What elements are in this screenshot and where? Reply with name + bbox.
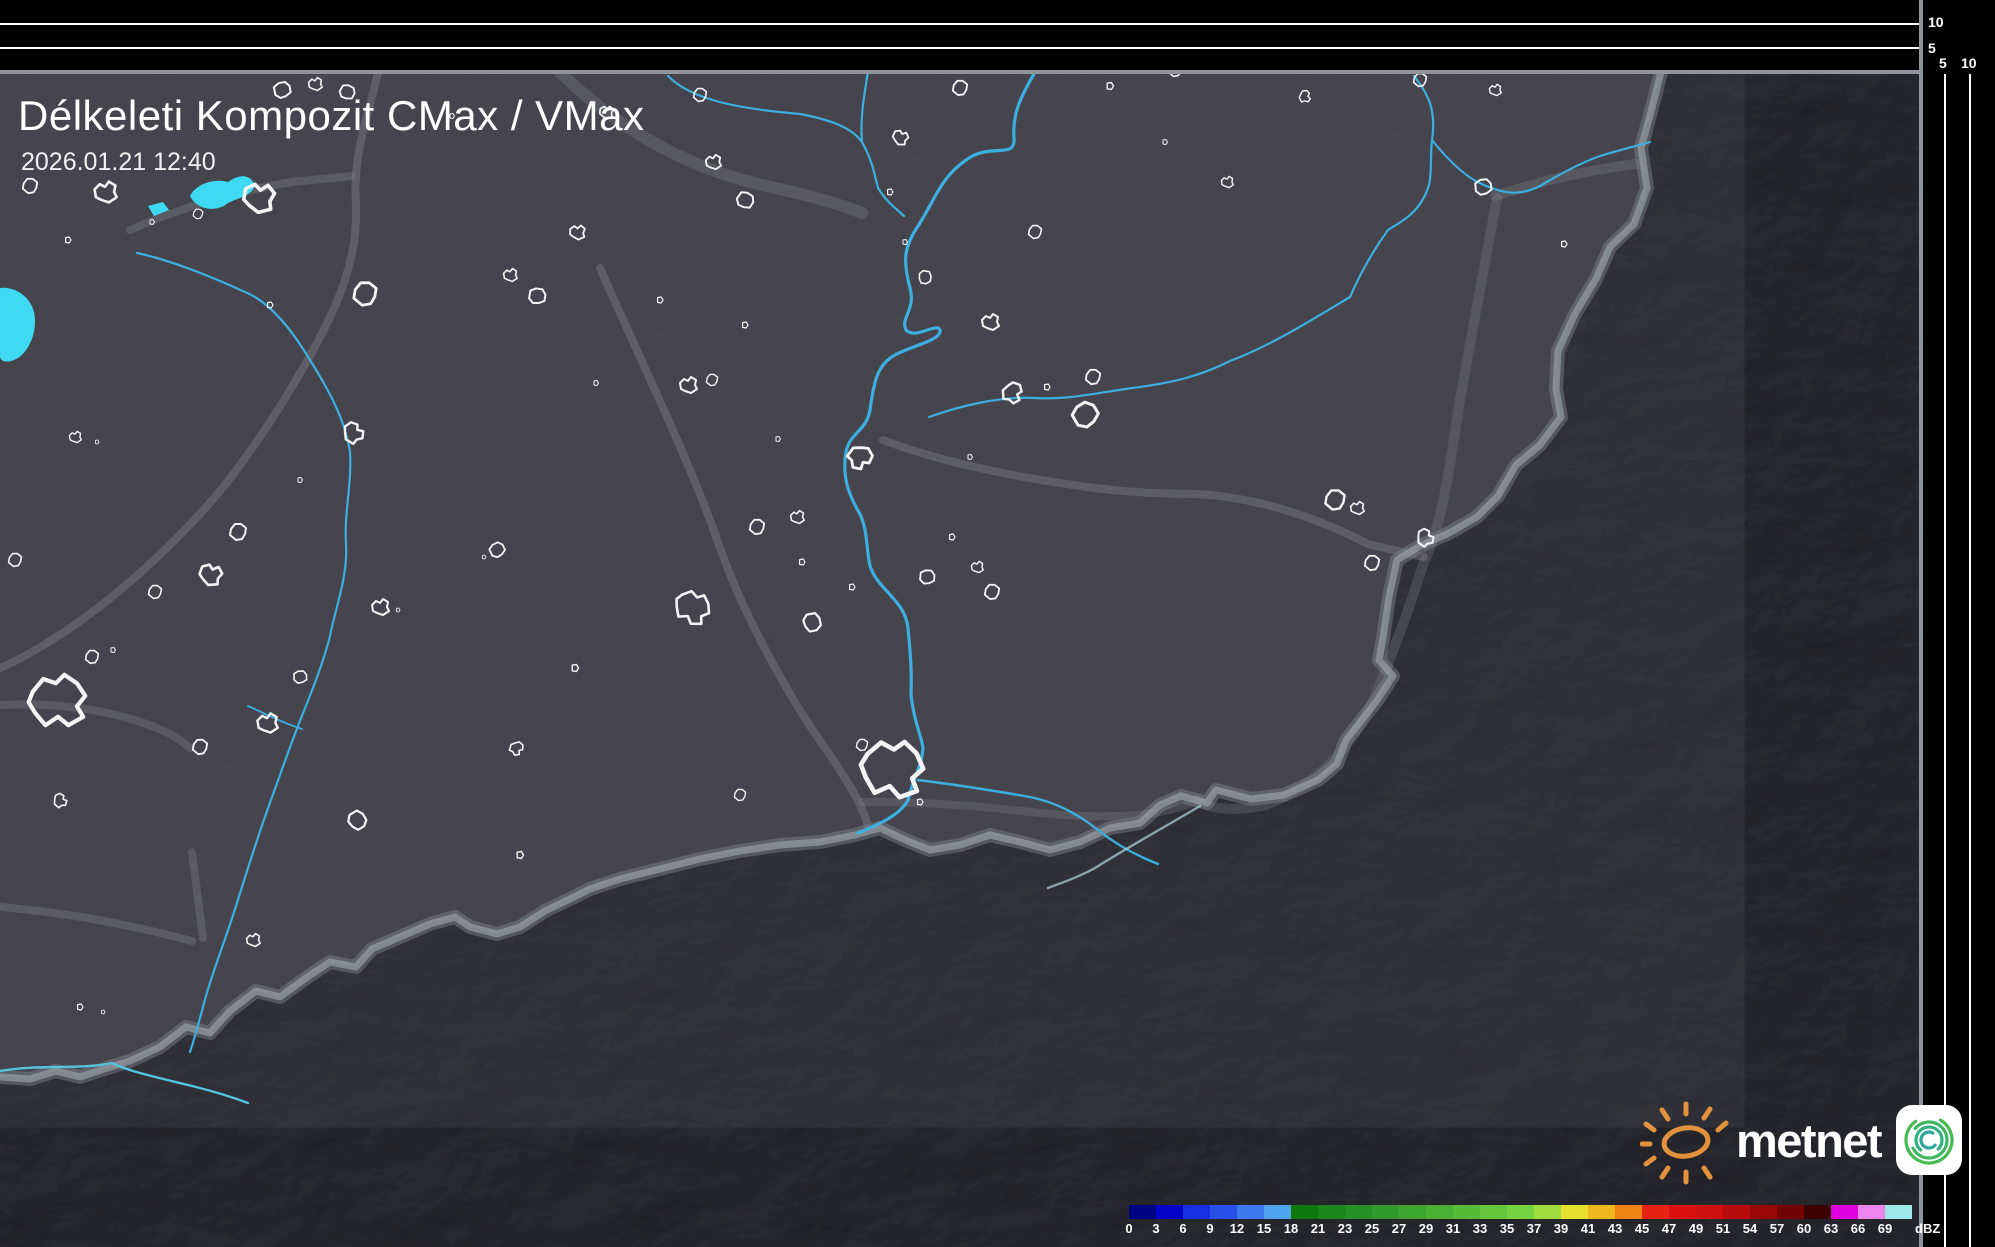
scale-segment — [1345, 1205, 1372, 1219]
scale-segment — [1156, 1205, 1183, 1219]
side-ruler-label-10: 10 — [1961, 56, 1977, 70]
metnet-logo: metnet — [1640, 1092, 1940, 1188]
scale-tick-label: 49 — [1689, 1221, 1703, 1236]
scale-tick-label: 0 — [1125, 1221, 1132, 1236]
scale-tick-label: 51 — [1716, 1221, 1730, 1236]
scale-unit-label: dBZ — [1915, 1221, 1940, 1236]
scale-tick-label: 41 — [1581, 1221, 1595, 1236]
scale-tick-label: 31 — [1446, 1221, 1460, 1236]
side-panel-gridline-5 — [1944, 74, 1946, 1247]
map-top-frame-bar — [0, 70, 1923, 74]
scale-tick-label: 18 — [1284, 1221, 1298, 1236]
radar-composite-view: Délkeleti Kompozit CMax / VMax 2026.01.2… — [0, 0, 1995, 1247]
top-panel-gridline-5 — [0, 47, 1919, 49]
scale-tick-label: 63 — [1824, 1221, 1838, 1236]
scale-segment — [1696, 1205, 1723, 1219]
scale-tick-label: 47 — [1662, 1221, 1676, 1236]
scale-tick-label: 23 — [1338, 1221, 1352, 1236]
spiral-icon — [1895, 1103, 1963, 1177]
side-ruler-label-5: 5 — [1939, 56, 1947, 70]
scale-segment — [1723, 1205, 1750, 1219]
scale-segment — [1642, 1205, 1669, 1219]
scale-segment — [1615, 1205, 1642, 1219]
scale-segment — [1480, 1205, 1507, 1219]
scale-tick-label: 21 — [1311, 1221, 1325, 1236]
scale-tick-label: 54 — [1743, 1221, 1757, 1236]
scale-segment — [1507, 1205, 1534, 1219]
dbz-scale-labels: 0369121518212325272931333537394143454749… — [1129, 1219, 1959, 1237]
side-panel-gridline-10 — [1969, 74, 1971, 1247]
sun-icon — [1640, 1092, 1732, 1188]
scale-segment — [1453, 1205, 1480, 1219]
scale-tick-label: 12 — [1230, 1221, 1244, 1236]
scale-tick-label: 3 — [1152, 1221, 1159, 1236]
top-cross-section-panel — [0, 0, 1995, 71]
scale-segment — [1534, 1205, 1561, 1219]
scale-tick-label: 6 — [1179, 1221, 1186, 1236]
logo-text: metnet — [1736, 1113, 1881, 1168]
scale-segment — [1588, 1205, 1615, 1219]
scale-tick-label: 60 — [1797, 1221, 1811, 1236]
map-right-frame-bar — [1919, 0, 1923, 1247]
scale-segment — [1804, 1205, 1831, 1219]
scale-tick-label: 9 — [1206, 1221, 1213, 1236]
scale-tick-label: 33 — [1473, 1221, 1487, 1236]
scale-tick-label: 69 — [1878, 1221, 1892, 1236]
scale-segment — [1183, 1205, 1210, 1219]
side-cross-section-panel — [1923, 0, 1995, 1247]
scale-segment — [1318, 1205, 1345, 1219]
scale-tick-label: 35 — [1500, 1221, 1514, 1236]
scale-segment — [1777, 1205, 1804, 1219]
dbz-scale-band — [1129, 1205, 1959, 1219]
scale-segment — [1237, 1205, 1264, 1219]
dbz-color-scale: 0369121518212325272931333537394143454749… — [1129, 1205, 1959, 1243]
scale-tick-label: 66 — [1851, 1221, 1865, 1236]
scale-tick-label: 57 — [1770, 1221, 1784, 1236]
height-ruler-label-5: 5 — [1928, 41, 1936, 55]
scale-tick-label: 43 — [1608, 1221, 1622, 1236]
scale-segment — [1426, 1205, 1453, 1219]
scale-segment — [1669, 1205, 1696, 1219]
scale-tick-label: 37 — [1527, 1221, 1541, 1236]
top-panel-gridline-10 — [0, 23, 1919, 25]
height-ruler-label-10: 10 — [1928, 15, 1944, 29]
page-title: Délkeleti Kompozit CMax / VMax — [18, 92, 645, 140]
scale-tick-label: 15 — [1257, 1221, 1271, 1236]
scale-segment — [1561, 1205, 1588, 1219]
scale-segment — [1750, 1205, 1777, 1219]
timestamp: 2026.01.21 12:40 — [21, 148, 216, 177]
scale-tick-label: 39 — [1554, 1221, 1568, 1236]
scale-segment — [1399, 1205, 1426, 1219]
scale-segment — [1291, 1205, 1318, 1219]
scale-tick-label: 29 — [1419, 1221, 1433, 1236]
scale-tick-label: 45 — [1635, 1221, 1649, 1236]
map-terrain — [0, 64, 1919, 1247]
scale-segment — [1831, 1205, 1858, 1219]
map-canvas — [0, 0, 1995, 1247]
scale-segment — [1885, 1205, 1912, 1219]
scale-segment — [1858, 1205, 1885, 1219]
scale-segment — [1129, 1205, 1156, 1219]
scale-segment — [1210, 1205, 1237, 1219]
scale-segment — [1264, 1205, 1291, 1219]
scale-tick-label: 27 — [1392, 1221, 1406, 1236]
scale-segment — [1372, 1205, 1399, 1219]
scale-tick-label: 25 — [1365, 1221, 1379, 1236]
